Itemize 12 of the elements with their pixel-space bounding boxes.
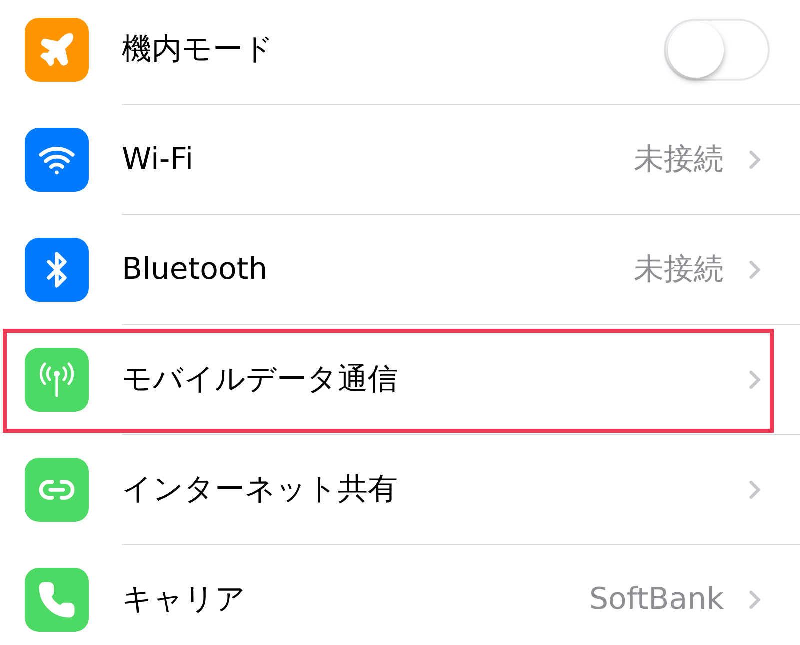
setting-label: 機内モード	[122, 31, 275, 69]
setting-label: Bluetooth	[122, 251, 269, 289]
setting-value: 未接続	[634, 141, 724, 179]
antenna-icon	[37, 362, 77, 398]
setting-label: キャリア	[122, 581, 247, 619]
setting-label: インターネット共有	[122, 471, 399, 509]
setting-label: Wi-Fi	[122, 141, 195, 179]
airplane-icon	[38, 31, 76, 69]
setting-value: SoftBank	[589, 581, 724, 619]
phone-icon	[38, 581, 76, 619]
setting-value: 未接続	[634, 251, 724, 289]
setting-label: モバイルデータ通信	[122, 361, 399, 399]
